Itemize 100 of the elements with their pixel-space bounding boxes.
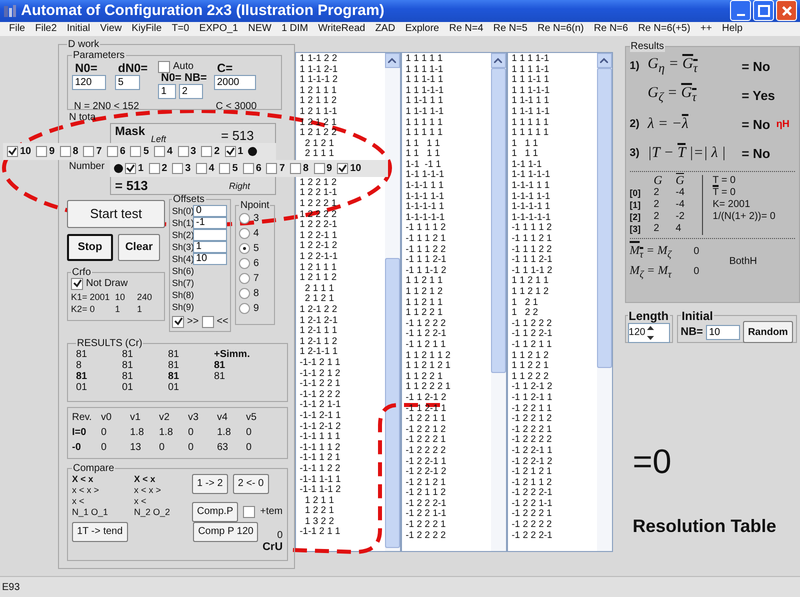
list-row[interactable]: -1 2 2 2-1	[406, 498, 491, 510]
list-row[interactable]: -1 2 2 2 2	[512, 435, 597, 446]
list-row[interactable]: 1 2 1 1-1	[300, 106, 385, 118]
list-row[interactable]: 1 1 1 1 1	[406, 54, 491, 65]
list-row[interactable]: 1 1 1 1 1	[406, 128, 491, 139]
list-row[interactable]: -1 2 1 1 2	[512, 478, 597, 488]
menu-item[interactable]: View	[95, 23, 127, 34]
scroll-up-button[interactable]	[490, 52, 506, 68]
list-row[interactable]: 1 1 2 2 2	[512, 372, 597, 382]
menu-item[interactable]: File2	[30, 23, 62, 34]
list-row[interactable]: -1 1 1-1 2	[406, 266, 491, 276]
list-row[interactable]: 1 2 1 1	[300, 496, 385, 506]
offset-field[interactable]: 1	[193, 240, 227, 253]
menu-item[interactable]: Re N=6(+5)	[633, 23, 696, 34]
offset-field[interactable]: 0	[193, 204, 227, 217]
checkbox[interactable]	[178, 146, 188, 157]
list-row[interactable]: 1-1-1-1-1	[512, 212, 597, 224]
list-row[interactable]: -1 1 1 2 1	[406, 234, 491, 245]
list-row[interactable]: 1 2 1 1 2	[300, 273, 385, 284]
list-row[interactable]: -1 2 2-1 2	[512, 456, 597, 468]
list-row[interactable]: 1 2 2 2-1	[300, 220, 385, 231]
list-row[interactable]: 1 1 2 1 2	[512, 350, 597, 362]
list-row[interactable]: 1 1-1 2-1	[300, 64, 385, 76]
input-field[interactable]: 1	[158, 84, 176, 99]
list-row[interactable]: -1 1 2 2-1	[406, 329, 491, 340]
list-row[interactable]: 1 2 2 1	[300, 506, 385, 517]
list-row[interactable]: -1 2 2 2 1	[512, 424, 597, 436]
checkbox[interactable]	[266, 163, 278, 174]
menu-item[interactable]: Help	[717, 23, 748, 34]
list-row[interactable]: -1 1 1 1 2	[406, 223, 491, 234]
list-row[interactable]: 1 1 1 1	[406, 149, 491, 160]
list-row[interactable]: 1 1 1 1	[406, 138, 491, 150]
menu-item[interactable]: Explore	[400, 23, 444, 34]
checkbox[interactable]	[172, 316, 184, 328]
list-row[interactable]: 1 2 1 1 1	[300, 86, 385, 96]
list-row[interactable]: -1 2 2-1 1	[512, 446, 597, 456]
sequence-list[interactable]	[294, 52, 401, 552]
checkbox[interactable]	[83, 146, 94, 157]
list-row[interactable]: -1-1 2 1 2	[300, 368, 385, 380]
list-row[interactable]: 2 1 1 1	[300, 149, 385, 160]
list-row[interactable]: -1 1 2 2-1	[512, 329, 597, 340]
list-row[interactable]: -1 2 2 2-1	[512, 530, 597, 542]
list-row[interactable]: -1 1 1-1 2	[512, 266, 597, 276]
scroll-up-button[interactable]	[384, 52, 400, 68]
list-row[interactable]: 1 1 1	[512, 149, 597, 160]
checkbox[interactable]	[7, 146, 18, 157]
list-row[interactable]: -1-1 2 1 1	[300, 358, 385, 369]
minimize-button[interactable]	[730, 0, 751, 22]
list-row[interactable]: 1 1 2 1 1	[406, 298, 491, 308]
menu-item[interactable]: T=0	[166, 23, 194, 34]
tend-button[interactable]: 1T -> tend	[72, 522, 128, 542]
menu-item[interactable]: Initial	[62, 23, 96, 34]
list-row[interactable]: 1 1-1 1 1	[406, 96, 491, 107]
list-row[interactable]: -1 2 2-1 2	[406, 467, 491, 478]
list-row[interactable]: -1 1 2-1 2	[512, 382, 597, 393]
checkbox[interactable]	[219, 163, 230, 174]
list-row[interactable]: -1 2 1 2 1	[512, 467, 597, 478]
list-row[interactable]: 1-1-1-1-1	[406, 212, 491, 224]
list-row[interactable]: 1 2 2-1-1	[300, 252, 385, 263]
list-row[interactable]: -1-1 1 2 2	[300, 464, 385, 474]
list-row[interactable]: 1 1 1 1 1	[406, 118, 491, 128]
list-row[interactable]: 1 1 2 1 2	[406, 287, 491, 298]
list-row[interactable]: -1 2 2 2-1	[512, 488, 597, 499]
list-row[interactable]: 1 2 1	[512, 298, 597, 308]
radio-button[interactable]	[239, 272, 250, 284]
menu-item[interactable]: EXPO_1	[194, 23, 244, 34]
list-row[interactable]: 1-1-1-1 1	[406, 202, 491, 213]
checkbox[interactable]	[290, 163, 301, 174]
checkbox[interactable]	[71, 278, 83, 290]
list-row[interactable]: -1 1 1 2 2	[512, 244, 597, 256]
menu-item[interactable]: WriteRead	[313, 23, 370, 34]
list-row[interactable]: 1 2 2-1 1	[300, 230, 385, 242]
checkbox[interactable]	[172, 163, 184, 174]
list-row[interactable]: -1-1 1 1 1	[300, 432, 385, 443]
copy-button[interactable]: 1 -> 2	[192, 474, 228, 494]
radio-button[interactable]	[239, 228, 250, 239]
checkbox[interactable]	[196, 163, 207, 174]
list-row[interactable]: 1 1 2 1 1	[512, 276, 597, 287]
checkbox[interactable]	[243, 506, 256, 518]
input-field[interactable]: 10	[706, 324, 740, 340]
radio-button[interactable]	[239, 302, 250, 314]
list-row[interactable]: -1-1 1-1 1	[300, 474, 385, 486]
input-field[interactable]: 2000	[214, 74, 256, 90]
list-row[interactable]: -1 2 2-1 1	[406, 456, 491, 468]
list-row[interactable]: 1 1 1 1 1	[512, 118, 597, 128]
checkbox[interactable]	[201, 146, 212, 157]
list-row[interactable]: 1-1 1-1-1	[406, 170, 491, 182]
random-button[interactable]: Random	[742, 321, 793, 344]
input-field[interactable]: 120	[72, 74, 106, 90]
checkbox[interactable]	[106, 146, 118, 157]
list-row[interactable]: 1-1 1-1	[512, 160, 597, 170]
list-row[interactable]: 1 1 1-1 1	[512, 75, 597, 86]
checkbox[interactable]	[125, 163, 136, 174]
list-row[interactable]: -1-1 2 1-1	[300, 400, 385, 411]
checkbox[interactable]	[242, 163, 254, 174]
list-row[interactable]: -1 1 2-1 1	[512, 392, 597, 404]
list-row[interactable]: 1 1 2 1 1 2	[406, 350, 491, 362]
checkbox[interactable]	[148, 163, 160, 174]
list-row[interactable]: -1 2 2 2 1	[512, 509, 597, 520]
list-row[interactable]: -1 1 1 1 2	[512, 223, 597, 234]
